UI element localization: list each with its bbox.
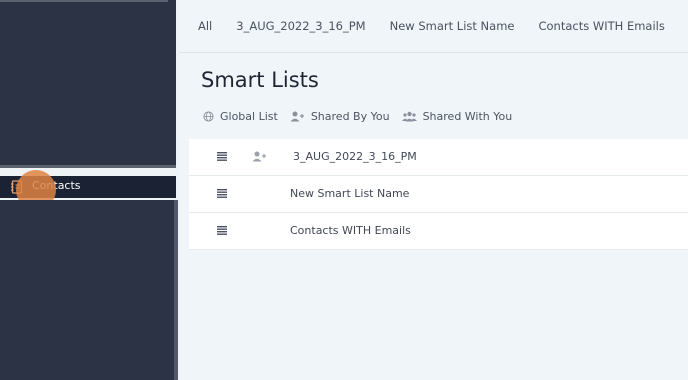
list-icon — [217, 226, 227, 235]
filter-global-list[interactable]: Global List — [203, 110, 278, 123]
sidebar-upper-section — [0, 0, 176, 168]
list-icon — [217, 152, 227, 161]
users-icon — [401, 111, 417, 122]
globe-icon — [203, 111, 214, 122]
list-item[interactable]: 3_AUG_2022_3_16_PM — [189, 139, 688, 176]
page-title: Smart Lists — [201, 68, 319, 92]
filter-shared-with-you[interactable]: Shared With You — [401, 110, 513, 123]
main-content: All 3_AUG_2022_3_16_PM New Smart List Na… — [179, 0, 688, 380]
list-name[interactable]: New Smart List Name — [290, 187, 409, 200]
filter-label: Shared With You — [422, 110, 513, 123]
tab-all[interactable]: All — [198, 19, 212, 33]
list-icon — [217, 189, 227, 198]
list-filters: Global List Shared By You Shared With Yo… — [203, 110, 524, 123]
user-plus-icon — [252, 151, 266, 162]
filter-label: Global List — [220, 110, 278, 123]
filter-shared-by-you[interactable]: Shared By You — [290, 110, 390, 123]
smart-list-tabs: All 3_AUG_2022_3_16_PM New Smart List Na… — [179, 0, 688, 53]
sidebar-lower-section — [0, 200, 178, 380]
tab-contacts-with-emails[interactable]: Contacts WITH Emails — [538, 19, 664, 33]
user-plus-icon — [290, 111, 304, 122]
tab-new-smart-list-name[interactable]: New Smart List Name — [390, 19, 515, 33]
list-item[interactable]: Contacts WITH Emails — [189, 213, 688, 250]
filter-label: Shared By You — [310, 110, 390, 123]
list-item[interactable]: New Smart List Name — [189, 176, 688, 213]
list-name[interactable]: Contacts WITH Emails — [290, 224, 411, 237]
list-name[interactable]: 3_AUG_2022_3_16_PM — [293, 150, 417, 163]
tab-3-aug-2022[interactable]: 3_AUG_2022_3_16_PM — [236, 19, 365, 33]
smart-lists-table: 3_AUG_2022_3_16_PM New Smart List Name C… — [189, 139, 688, 250]
